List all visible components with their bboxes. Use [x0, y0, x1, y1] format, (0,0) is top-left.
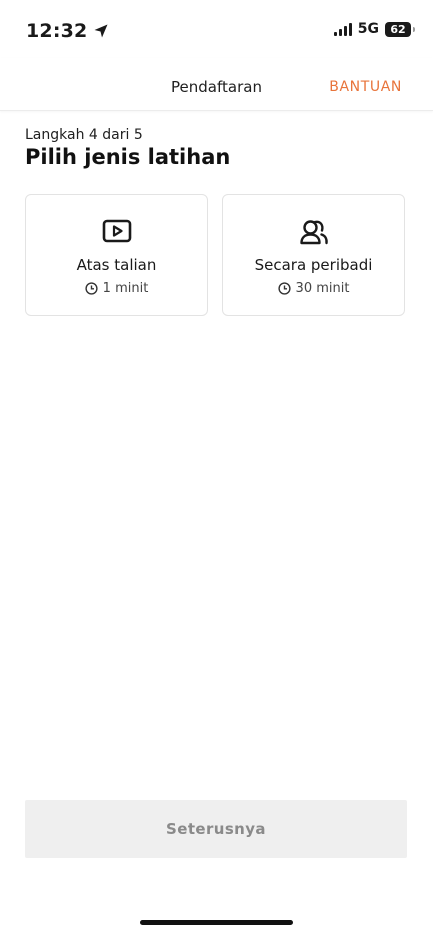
network-label: 5G — [357, 21, 379, 37]
option-title: Atas talian — [76, 256, 157, 274]
next-button[interactable]: Seterusnya — [25, 800, 407, 858]
option-title: Secara peribadi — [254, 256, 373, 274]
location-arrow-icon — [94, 24, 108, 38]
option-card-online[interactable]: Atas talian 1 minit — [25, 194, 208, 316]
option-duration-text: 30 minit — [295, 281, 350, 296]
battery-icon: 62 — [385, 21, 415, 37]
option-duration: 1 minit — [26, 281, 207, 296]
page-title: Pilih jenis latihan — [25, 145, 231, 169]
step-indicator: Langkah 4 dari 5 — [25, 127, 143, 143]
option-duration: 30 minit — [223, 281, 404, 296]
status-bar: 12:32 5G 62 — [0, 0, 433, 58]
status-time: 12:32 — [26, 20, 109, 42]
option-duration-text: 1 minit — [102, 281, 149, 296]
home-indicator[interactable] — [140, 920, 293, 925]
screen: 12:32 5G 62 Pendaftaran BANTUAN Langkah … — [0, 0, 433, 936]
signal-icon — [333, 22, 352, 36]
help-link[interactable]: BANTUAN — [329, 79, 402, 95]
clock-icon — [85, 282, 98, 295]
people-icon — [299, 220, 328, 245]
status-indicators: 5G 62 — [333, 21, 415, 37]
option-card-in-person[interactable]: Secara peribadi 30 minit — [222, 194, 405, 316]
battery-level: 62 — [390, 22, 406, 36]
status-time-text: 12:32 — [26, 20, 88, 42]
nav-header: Pendaftaran BANTUAN — [0, 58, 433, 111]
clock-icon — [277, 282, 291, 295]
play-screen-icon — [102, 219, 131, 243]
